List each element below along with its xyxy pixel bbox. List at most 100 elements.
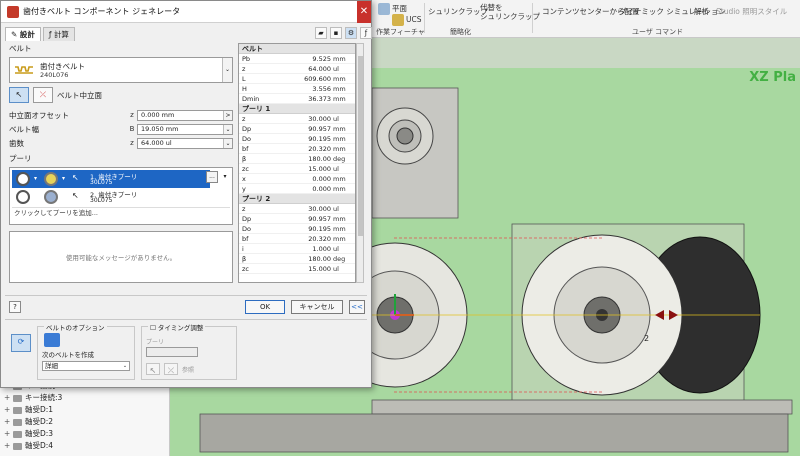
result-row: z 30.000 ul <box>239 204 355 214</box>
result-row: β 180.00 deg <box>239 254 355 264</box>
help-button[interactable]: ? <box>9 301 21 313</box>
simplify-panel-label[interactable]: 簡略化 <box>450 27 471 37</box>
message-area: 使用可能なメッセージがありません。 <box>9 231 233 283</box>
belt-selector[interactable]: 歯付きベルト 240L076 ⌄ <box>9 57 233 83</box>
pulley-more-dropdown[interactable]: ▾ <box>220 171 230 183</box>
timing-title: ☐ タイミング調整 <box>148 322 206 332</box>
lower-options-panel: ⟳ ベルトのオプション 次のベルトを作成 詳細 ⌄ ☐ タイミング調整 プーリ ↖… <box>5 319 367 385</box>
pulley-placement-icon[interactable] <box>44 172 58 186</box>
formula-icon[interactable]: ƒ <box>360 27 372 39</box>
shrinkwrap-button[interactable]: シュリンクラップ <box>428 6 488 17</box>
param-row: ベルト幅 B 19.050 mm ⌄ <box>9 123 233 135</box>
studio-button[interactable]: Studio 照明スタイル <box>716 6 787 17</box>
belt-section-label: ベルト <box>9 44 32 53</box>
save-icon[interactable]: ▪ <box>330 27 342 39</box>
timing-flip-button[interactable]: ⤫ <box>164 363 178 375</box>
add-pulley-row[interactable]: クリックしてプーリを追加... <box>12 207 230 217</box>
result-row: y 0.000 mm <box>239 184 355 194</box>
user-commands-panel-label: ユーザ コマンド <box>632 28 684 36</box>
belt-code: 240L076 <box>40 71 69 79</box>
tree-item[interactable]: + 軸受D:2 <box>0 416 169 428</box>
next-belt-label: 次のベルトを作成 <box>42 351 94 359</box>
detail-select[interactable]: 詳細 ⌄ <box>42 361 130 371</box>
bearing-bore <box>396 127 414 145</box>
results-section-pulley-2: プーリ 2 <box>239 194 355 204</box>
tree-item[interactable]: + 軸受D:3 <box>0 428 169 440</box>
results-scrollbar[interactable] <box>356 43 364 283</box>
collapse-button[interactable]: << <box>349 300 365 314</box>
analysis-button[interactable]: 解析 <box>694 6 709 17</box>
bearing-icon <box>13 442 22 450</box>
design-panel: ベルト 歯付きベルト 240L076 ⌄ ↖ ⤫ ベルト中立面 中立面オフセット… <box>9 43 233 225</box>
dialog-toolbar: ▰ ▪ ⚙ ƒ <box>315 27 372 39</box>
expand-icon[interactable]: + <box>4 428 13 440</box>
substitute-shrinkwrap-button[interactable]: 代替を シュリンクラップ <box>480 3 540 21</box>
cancel-button[interactable]: キャンセル <box>291 300 343 314</box>
belt-width-select[interactable]: 19.050 mm ⌄ <box>137 123 233 135</box>
work-feature-panel-label[interactable]: 作業フィーチャ <box>376 27 425 37</box>
cursor-select-icon[interactable]: ↖ <box>72 191 79 200</box>
result-row: bf 20.320 mm <box>239 144 355 154</box>
timing-pulley-select[interactable] <box>146 347 198 357</box>
belt-options-group: ベルトのオプション 次のベルトを作成 詳細 ⌄ <box>37 322 135 380</box>
belt-midplane-label: ベルト中立面 <box>57 90 102 100</box>
results-panel[interactable]: ベルト Pb 9.525 mm z 64.000 ul L 609.600 mm H 3.55… <box>238 43 356 283</box>
pulley-row-2[interactable]: ↖ 2. 歯付きプーリ 30L075 <box>12 188 210 206</box>
result-row: z 64.000 ul <box>239 64 355 74</box>
timing-group: ☐ タイミング調整 プーリ ↖ ⤫ 参照 <box>141 322 237 380</box>
pulley-more-button[interactable]: ... <box>206 171 218 183</box>
ucs-icon <box>392 14 404 26</box>
timing-select-button[interactable]: ↖ <box>146 363 160 375</box>
pulley-2-marker: 2 <box>644 334 650 343</box>
expand-icon[interactable]: + <box>4 416 13 428</box>
model-browser: +キー接続:2 +キー接続:3 +軸受D:1 +軸受D:2 +軸受D:3 +軸受… <box>0 380 170 456</box>
plane-icon <box>378 3 390 15</box>
key-connection-icon <box>13 394 22 402</box>
dialog-titlebar[interactable]: 歯付きベルト コンポーネント ジェネレータ <box>1 1 371 23</box>
select-midplane-button[interactable]: ↖ <box>9 87 29 103</box>
pulley-row-1[interactable]: ▾ ▾ ↖ 1. 歯付きプーリ 30L075 <box>12 170 210 188</box>
options-icon[interactable]: ⚙ <box>345 27 357 39</box>
pulley-spin-icon[interactable] <box>44 190 58 204</box>
param-row: 歯数 z 64.000 ul ⌄ <box>9 137 233 149</box>
result-row: Do 90.195 mm <box>239 134 355 144</box>
tree-item[interactable]: + 軸受D:4 <box>0 440 169 452</box>
result-row: Dmin 36.373 mm <box>239 94 355 104</box>
scrollbar-thumb[interactable] <box>358 56 363 236</box>
chevron-down-icon[interactable]: ⌄ <box>121 362 129 370</box>
expand-icon[interactable]: + <box>4 392 13 404</box>
tab-design[interactable]: ✎ 設計 <box>5 27 41 41</box>
expand-icon[interactable]: + <box>4 404 13 416</box>
ribbon-separator <box>532 3 533 33</box>
result-row: β 180.00 deg <box>239 154 355 164</box>
midplane-offset-input[interactable]: 0.000 mm > <box>137 109 233 121</box>
preview-toggle-button[interactable]: ⟳ <box>11 334 31 352</box>
belt-dropdown-arrow[interactable]: ⌄ <box>222 58 232 82</box>
tab-calculation[interactable]: ƒ 計算 <box>42 27 75 41</box>
new-belt-icon[interactable] <box>44 333 60 347</box>
result-row: Pb 9.525 mm <box>239 54 355 64</box>
ucs-button[interactable]: UCS <box>392 14 422 26</box>
timing-checkbox[interactable]: ☐ <box>150 324 156 332</box>
close-button[interactable]: ✕ <box>357 1 371 23</box>
result-row: zc 15.000 ul <box>239 264 355 274</box>
tree-item[interactable]: + 軸受D:1 <box>0 404 169 416</box>
chevron-down-icon[interactable]: ▾ <box>34 175 37 182</box>
footer-divider <box>5 295 367 296</box>
result-row: z 30.000 ul <box>239 114 355 124</box>
open-folder-icon[interactable]: ▰ <box>315 27 327 39</box>
base-plate <box>371 399 793 415</box>
pulley-section-label: プーリ <box>9 154 32 163</box>
flip-midplane-button[interactable]: ⤫ <box>33 87 53 103</box>
chevron-down-icon[interactable]: ▾ <box>62 175 65 182</box>
dynamic-simulation-button[interactable]: ダイナミック シミュレーション <box>619 6 726 17</box>
cursor-select-icon[interactable]: ↖ <box>72 173 79 182</box>
pulley-type-icon[interactable] <box>16 172 30 186</box>
result-row: x 0.000 mm <box>239 174 355 184</box>
expand-icon[interactable]: + <box>4 440 13 452</box>
tree-item[interactable]: + キー接続:3 <box>0 392 169 404</box>
results-section-pulley-1: プーリ 1 <box>239 104 355 114</box>
pulley-type-icon[interactable] <box>16 190 30 204</box>
tooth-count-select[interactable]: 64.000 ul ⌄ <box>137 137 233 149</box>
ok-button[interactable]: OK <box>245 300 285 314</box>
